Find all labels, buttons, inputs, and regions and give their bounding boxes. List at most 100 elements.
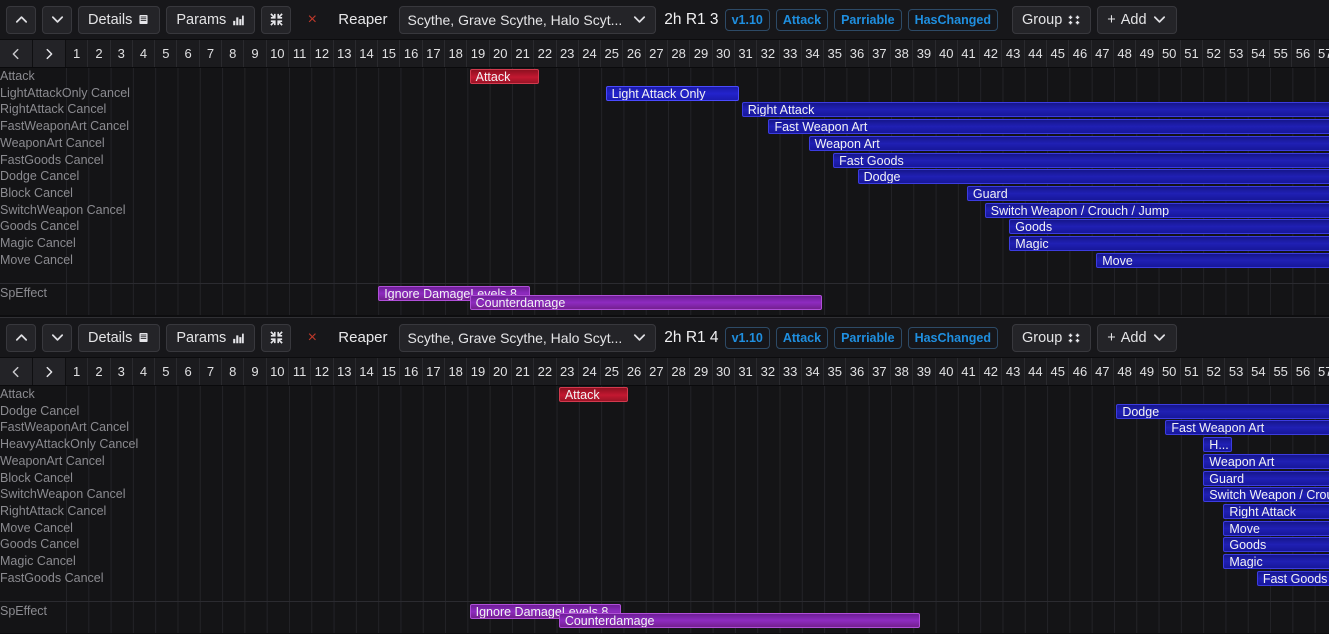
collapse-button[interactable]	[261, 5, 292, 34]
timeline-bar[interactable]: Right Attack	[741, 102, 1329, 118]
timeline-bar[interactable]: Dodge	[1116, 403, 1329, 419]
track-row-label: Attack	[0, 387, 35, 401]
timeline-bar[interactable]: Attack	[558, 387, 628, 402]
status-tag-attack[interactable]: Attack	[775, 326, 829, 349]
chevron-down-icon	[51, 334, 63, 341]
status-tag-haschanged[interactable]: HasChanged	[907, 8, 998, 31]
weapon-select[interactable]: Scythe, Grave Scythe, Halo Scyt...	[398, 5, 657, 34]
track-row-label: Move Cancel	[0, 252, 73, 267]
ruler-tick: 31	[735, 358, 758, 385]
move-down-button[interactable]	[42, 5, 72, 34]
track-row-label: Dodge Cancel	[0, 403, 80, 418]
track-row-label: Attack	[0, 69, 35, 83]
group-button[interactable]: Group	[1011, 5, 1092, 34]
chevron-down-icon	[634, 334, 646, 341]
ruler-tick: 54	[1248, 358, 1271, 385]
ruler-tick: 48	[1114, 40, 1137, 67]
timeline-bar[interactable]: Weapon Art	[1203, 453, 1329, 469]
ruler-tick: 47	[1092, 358, 1114, 385]
ruler-tick: 39	[913, 358, 936, 385]
status-tag-v1.10[interactable]: v1.10	[724, 8, 770, 31]
timeline-bar[interactable]: Fast Weapon Art	[768, 119, 1329, 135]
weapon-select[interactable]: Scythe, Grave Scythe, Halo Scyt...	[398, 323, 657, 352]
move-up-button[interactable]	[6, 323, 36, 352]
book-icon	[139, 15, 148, 24]
ruler-tick: 17	[423, 40, 446, 67]
ruler-next-button[interactable]	[33, 40, 66, 67]
timeline-bar[interactable]: Goods	[1223, 537, 1329, 553]
timeline-bar[interactable]: Fast Goods	[833, 152, 1329, 168]
ruler-tick: 56	[1292, 40, 1315, 67]
ruler-tick: 57	[1315, 358, 1329, 385]
group-icon	[1069, 15, 1080, 24]
ruler-prev-button[interactable]	[0, 358, 33, 385]
timeline-bar[interactable]: Fast Weapon Art	[1165, 420, 1329, 436]
timeline-bar[interactable]: Goods	[1009, 219, 1329, 235]
status-tag-v1.10[interactable]: v1.10	[724, 326, 770, 349]
ruler-tick: 44	[1025, 358, 1048, 385]
timeline-bar[interactable]: Magic	[1223, 554, 1329, 569]
chevron-down-icon	[634, 16, 646, 23]
ruler-tick: 37	[869, 358, 891, 385]
weapon-category-label: Reaper	[338, 11, 388, 28]
close-button[interactable]: ×	[297, 324, 327, 352]
timeline-bar[interactable]: Counterdamage	[469, 295, 822, 311]
timeline-bar[interactable]: Counterdamage	[558, 613, 921, 629]
ruler-tick: 38	[891, 40, 914, 67]
ruler-tick: 26	[623, 358, 646, 385]
status-tag-parriable[interactable]: Parriable	[834, 326, 902, 349]
move-up-button[interactable]	[6, 5, 36, 34]
ruler-tick: 28	[668, 358, 691, 385]
add-plus-label: +	[1107, 329, 1116, 346]
timeline-bar[interactable]: Weapon Art	[808, 135, 1329, 151]
timeline-bar[interactable]: Move	[1223, 520, 1329, 536]
ruler-tick: 27	[646, 358, 669, 385]
timeline-bar[interactable]: Fast Goods	[1256, 570, 1329, 586]
status-tag-attack[interactable]: Attack	[775, 8, 829, 31]
group-button[interactable]: Group	[1011, 323, 1092, 352]
ruler-tick: 14	[356, 40, 379, 67]
details-button[interactable]: Details	[78, 323, 161, 352]
add-button[interactable]: + Add	[1097, 5, 1177, 34]
speffect-divider	[0, 283, 1329, 285]
timeline-bar[interactable]: Guard	[966, 185, 1329, 201]
collapse-icon	[270, 331, 283, 344]
ruler-tick: 16	[400, 40, 423, 67]
timeline-bar[interactable]: Magic	[1009, 236, 1329, 251]
params-button[interactable]: Params	[166, 323, 256, 352]
timeline-bar[interactable]: Guard	[1203, 470, 1329, 486]
details-button[interactable]: Details	[78, 5, 161, 34]
timeline-bar[interactable]: H...	[1203, 437, 1233, 453]
timeline-bar[interactable]: Move	[1096, 252, 1329, 268]
timeline-bar[interactable]: Light Attack Only	[605, 85, 740, 101]
timeline-bar[interactable]: Right Attack	[1223, 503, 1329, 519]
timeline-bar[interactable]: Dodge	[857, 169, 1329, 185]
track-row-label: Move Cancel	[0, 520, 73, 535]
close-button[interactable]: ×	[297, 6, 327, 34]
ruler-tick: 24	[579, 358, 602, 385]
ruler-tick: 49	[1136, 358, 1159, 385]
ruler-tick: 18	[445, 40, 468, 67]
track-row-label: Dodge Cancel	[0, 169, 80, 184]
ruler-tick: 11	[289, 40, 312, 67]
timeline-bar[interactable]: Switch Weapon / Crouch / Jump	[1203, 487, 1329, 503]
params-button[interactable]: Params	[166, 5, 256, 34]
ruler-tick: 33	[780, 40, 802, 67]
timeline-bar[interactable]: Attack	[469, 69, 539, 84]
track-row-label: SwitchWeapon Cancel	[0, 487, 126, 502]
track-row-label: Magic Cancel	[0, 236, 76, 250]
add-button[interactable]: + Add	[1097, 323, 1177, 352]
ruler-tick: 56	[1292, 358, 1315, 385]
ruler-tick: 23	[557, 40, 579, 67]
collapse-button[interactable]	[261, 323, 292, 352]
ruler-tick: 17	[423, 358, 446, 385]
status-tag-parriable[interactable]: Parriable	[834, 8, 902, 31]
move-down-button[interactable]	[42, 323, 72, 352]
ruler-next-button[interactable]	[33, 358, 66, 385]
timeline-bar[interactable]: Switch Weapon / Crouch / Jump	[984, 202, 1329, 218]
ruler-tick-container: 1 2 3 4 5 6 7 8 9 10 11 12 13 14 15 16 17 18 19 20 21 22 23 24 2…	[66, 358, 1329, 385]
ruler-tick: 19	[467, 40, 490, 67]
add-label: Add	[1120, 329, 1147, 346]
status-tag-haschanged[interactable]: HasChanged	[907, 326, 998, 349]
ruler-prev-button[interactable]	[0, 40, 33, 67]
